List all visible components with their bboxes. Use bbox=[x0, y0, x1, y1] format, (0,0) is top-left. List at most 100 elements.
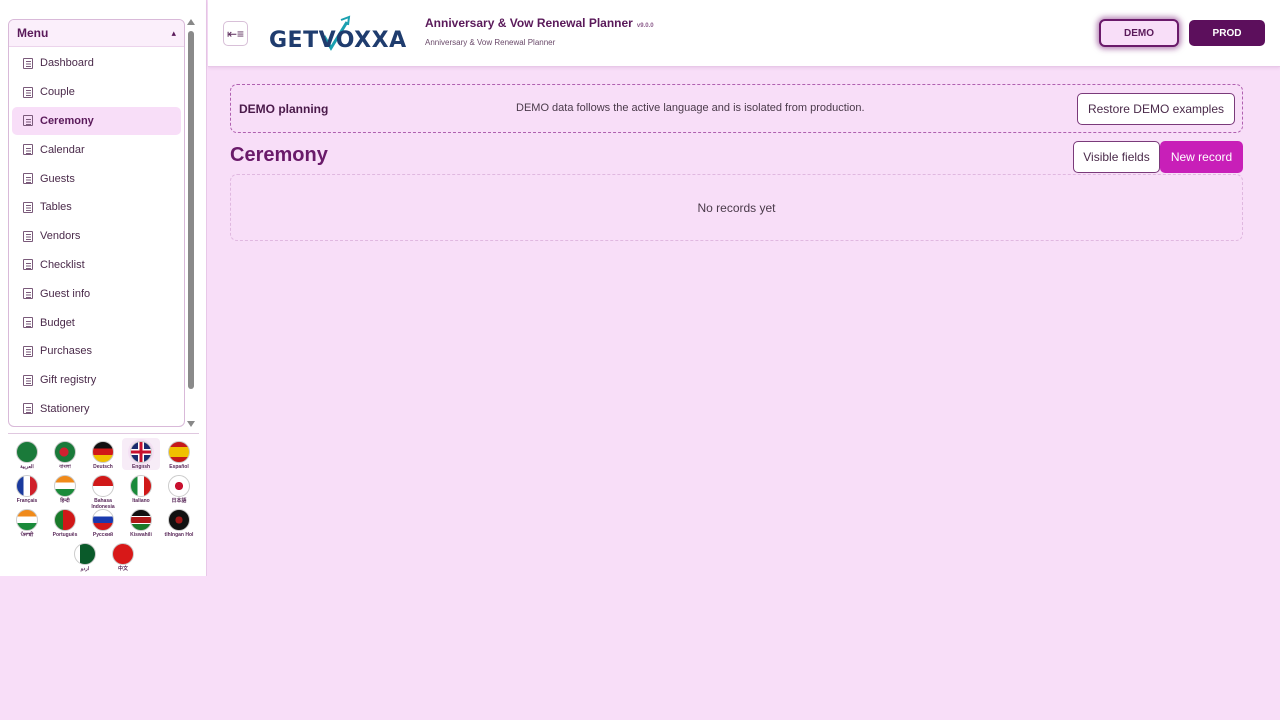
language-label: اردو bbox=[80, 566, 90, 572]
language-label: tlhIngan Hol bbox=[164, 532, 194, 538]
language-option[interactable]: tlhIngan Hol bbox=[160, 506, 198, 538]
language-option[interactable]: 中文 bbox=[104, 540, 142, 572]
document-icon bbox=[23, 144, 33, 156]
sidebar-item-label: Guest info bbox=[40, 287, 91, 300]
sidebar-item-tables[interactable]: Tables bbox=[12, 193, 181, 222]
language-option[interactable]: Deutsch bbox=[84, 438, 122, 470]
bangladesh-flag-icon bbox=[54, 441, 76, 463]
portugal-flag-icon bbox=[54, 509, 76, 531]
language-option[interactable]: ਪੰਜਾਬੀ bbox=[8, 506, 46, 538]
scroll-down-arrow-icon[interactable] bbox=[187, 421, 195, 427]
menu-title: Menu bbox=[17, 26, 49, 40]
sidebar-item-dashboard[interactable]: Dashboard bbox=[12, 49, 181, 78]
language-label: বাংলা bbox=[59, 464, 71, 470]
document-icon bbox=[23, 345, 33, 357]
demo-mode-button[interactable]: DEMO bbox=[1099, 19, 1179, 47]
sidebar-item-budget[interactable]: Budget bbox=[12, 308, 181, 337]
sidebar-item-label: Calendar bbox=[40, 143, 85, 156]
sidebar-item-stationery[interactable]: Stationery bbox=[12, 395, 181, 424]
uk-flag-icon bbox=[130, 441, 152, 463]
banner-title: DEMO planning bbox=[239, 102, 329, 116]
language-option[interactable]: Español bbox=[160, 438, 198, 470]
language-label: Italiano bbox=[132, 498, 150, 504]
sidebar-item-checklist[interactable]: Checklist bbox=[12, 251, 181, 280]
sidebar-toggle-button[interactable]: ⇤≡ bbox=[223, 21, 248, 46]
language-option[interactable]: English bbox=[122, 438, 160, 470]
sidebar-item-label: Budget bbox=[40, 316, 75, 329]
language-option[interactable]: Русский bbox=[84, 506, 122, 538]
germany-flag-icon bbox=[92, 441, 114, 463]
language-option[interactable]: বাংলা bbox=[46, 438, 84, 470]
empty-state-text: No records yet bbox=[697, 201, 776, 215]
banner-text: DEMO data follows the active language an… bbox=[516, 102, 865, 114]
spain-flag-icon bbox=[168, 441, 190, 463]
restore-demo-button[interactable]: Restore DEMO examples bbox=[1076, 93, 1235, 125]
page-title: Ceremony bbox=[230, 144, 328, 166]
scroll-thumb[interactable] bbox=[188, 31, 194, 389]
sidebar-item-label: Tables bbox=[40, 201, 72, 214]
russia-flag-icon bbox=[92, 509, 114, 531]
prod-mode-button[interactable]: PROD bbox=[1189, 20, 1265, 46]
app-version: v9.0.0 bbox=[636, 23, 654, 29]
language-option[interactable]: Français bbox=[8, 472, 46, 504]
divider bbox=[8, 433, 199, 434]
language-option[interactable]: Bahasa Indonesia bbox=[84, 472, 122, 510]
china-flag-icon bbox=[112, 543, 134, 565]
visible-fields-button[interactable]: Visible fields bbox=[1073, 141, 1160, 173]
menu-panel: Menu ▴ Dashboard Couple Ceremony Calendar Gu… bbox=[8, 19, 185, 427]
app-subtitle: Anniversary & Vow Renewal Planner bbox=[425, 38, 556, 47]
menu-list: Dashboard Couple Ceremony Calendar Guests Tab… bbox=[9, 47, 184, 423]
japan-flag-icon bbox=[168, 475, 190, 497]
demo-banner: DEMO planning DEMO data follows the acti… bbox=[230, 84, 1243, 133]
app-title-text: Anniversary & Vow Renewal Planner bbox=[425, 16, 633, 30]
sidebar-item-label: Couple bbox=[40, 86, 75, 99]
app-title: Anniversary & Vow Renewal Planner v9.0.0 bbox=[425, 16, 654, 30]
logo-text: GETVOXXA bbox=[269, 28, 407, 53]
sidebar-item-vendors[interactable]: Vendors bbox=[12, 222, 181, 251]
sidebar-item-label: Checklist bbox=[40, 258, 85, 271]
language-label: English bbox=[131, 464, 151, 470]
document-icon bbox=[23, 230, 33, 242]
language-option[interactable]: العربية bbox=[8, 438, 46, 470]
language-option[interactable]: Italiano bbox=[122, 472, 160, 504]
sidebar-item-couple[interactable]: Couple bbox=[12, 78, 181, 107]
language-label: ਪੰਜਾਬੀ bbox=[20, 532, 34, 538]
records-panel: No records yet bbox=[230, 174, 1243, 241]
menu-header[interactable]: Menu ▴ bbox=[9, 20, 184, 47]
kenya-flag-icon bbox=[130, 509, 152, 531]
sidebar-item-ceremony[interactable]: Ceremony bbox=[12, 106, 181, 136]
scroll-up-arrow-icon[interactable] bbox=[187, 19, 195, 25]
sidebar-item-calendar[interactable]: Calendar bbox=[12, 135, 181, 164]
document-icon bbox=[23, 403, 33, 415]
sidebar-item-label: Purchases bbox=[40, 345, 92, 358]
language-option[interactable]: 日本語 bbox=[160, 472, 198, 504]
new-record-button[interactable]: New record bbox=[1160, 141, 1243, 173]
document-icon bbox=[23, 317, 33, 329]
document-icon bbox=[23, 288, 33, 300]
sidebar-item-label: Vendors bbox=[40, 230, 81, 243]
document-icon bbox=[23, 57, 33, 69]
document-icon bbox=[23, 115, 33, 127]
language-label: 日本語 bbox=[171, 498, 187, 504]
sidebar-item-label: Dashboard bbox=[40, 57, 94, 70]
language-option[interactable]: Português bbox=[46, 506, 84, 538]
language-option[interactable]: हिन्दी bbox=[46, 472, 84, 504]
language-option[interactable]: اردو bbox=[66, 540, 104, 572]
language-label: Kiswahili bbox=[130, 532, 152, 538]
collapse-caret-icon[interactable]: ▴ bbox=[171, 28, 176, 39]
language-label: हिन्दी bbox=[60, 498, 70, 504]
sidebar-item-gift-registry[interactable]: Gift registry bbox=[12, 366, 181, 395]
document-icon bbox=[23, 201, 33, 213]
sidebar-item-guest-info[interactable]: Guest info bbox=[12, 279, 181, 308]
menu-scrollbar[interactable] bbox=[187, 19, 195, 427]
sidebar-item-purchases[interactable]: Purchases bbox=[12, 337, 181, 366]
sidebar-item-label: Guests bbox=[40, 172, 75, 185]
france-flag-icon bbox=[16, 475, 38, 497]
sidebar: Menu ▴ Dashboard Couple Ceremony Calendar Gu… bbox=[0, 0, 207, 576]
collapse-sidebar-icon: ⇤≡ bbox=[226, 26, 245, 41]
getvoxxa-logo: GETVOXXA bbox=[269, 14, 411, 54]
language-option[interactable]: Kiswahili bbox=[122, 506, 160, 538]
pakistan-flag-icon bbox=[74, 543, 96, 565]
sidebar-item-guests[interactable]: Guests bbox=[12, 164, 181, 193]
top-header: ⇤≡ GETVOXXA Anniversary & Vow Renewal Pl… bbox=[208, 0, 1280, 67]
